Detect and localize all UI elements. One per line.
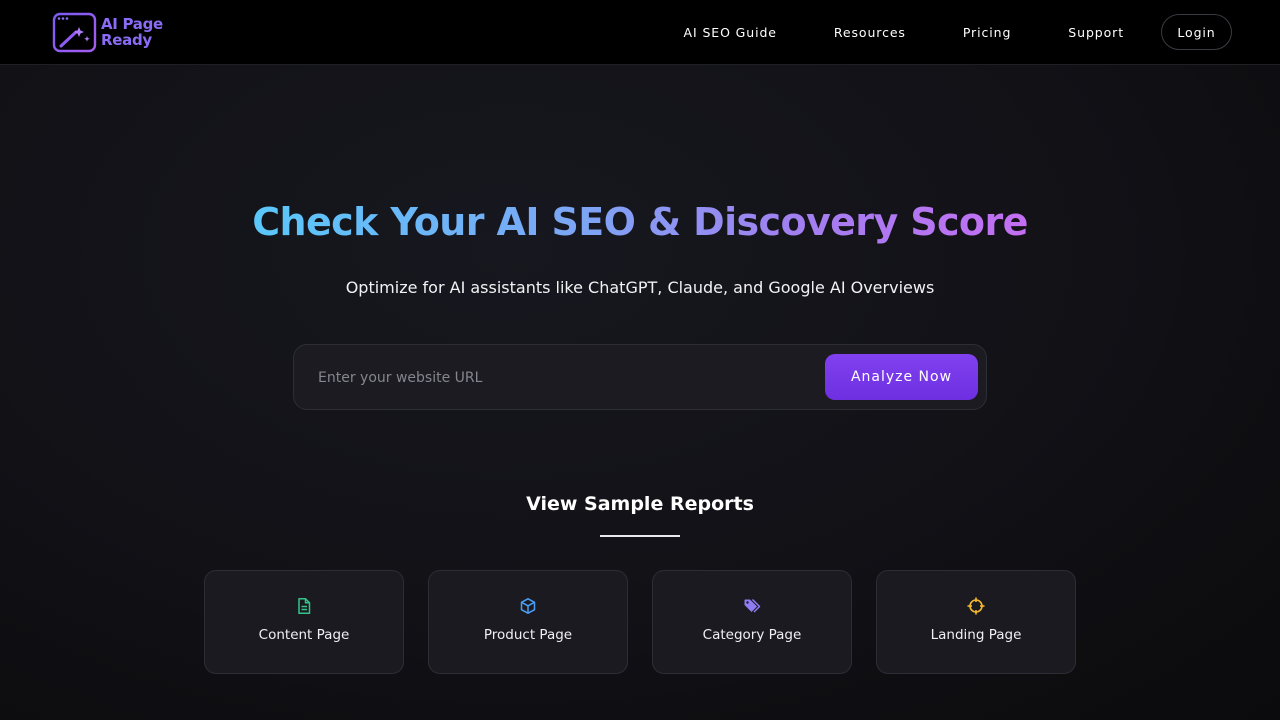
brand-name: AI Page Ready <box>101 16 163 48</box>
website-url-input[interactable] <box>318 365 798 391</box>
sample-card-product-page[interactable]: Product Page <box>428 570 628 674</box>
nav-link-pricing[interactable]: Pricing <box>963 25 1011 40</box>
sample-report-cards: Content Page Product Page Category Page <box>204 570 1076 674</box>
hero-title-text: Check Your AI SEO & Discovery Score <box>252 200 1028 244</box>
brand-line-1: AI Page <box>101 15 163 33</box>
card-label: Product Page <box>483 627 573 643</box>
magic-wand-window-icon <box>52 12 97 52</box>
section-underline <box>600 535 680 537</box>
document-icon <box>295 597 313 615</box>
login-button[interactable]: Login <box>1161 14 1232 50</box>
hero-subtitle: Optimize for AI assistants like ChatGPT,… <box>345 278 935 297</box>
nav-link-resources[interactable]: Resources <box>834 25 906 40</box>
url-search-form: Analyze Now <box>293 344 987 410</box>
tags-icon <box>743 597 761 615</box>
card-label: Category Page <box>702 627 802 643</box>
analyze-now-button[interactable]: Analyze Now <box>825 354 978 400</box>
sample-card-content-page[interactable]: Content Page <box>204 570 404 674</box>
nav-link-ai-seo-guide[interactable]: AI SEO Guide <box>684 25 777 40</box>
sample-card-landing-page[interactable]: Landing Page <box>876 570 1076 674</box>
brand-line-2: Ready <box>101 31 152 49</box>
nav-link-support[interactable]: Support <box>1068 25 1124 40</box>
crosshair-icon <box>967 597 985 615</box>
sample-reports-title: View Sample Reports <box>526 493 754 515</box>
brand-logo[interactable]: AI Page Ready <box>52 11 163 53</box>
hero-title: Check Your AI SEO & Discovery Score <box>0 196 1280 248</box>
nav-links: AI SEO Guide Resources Pricing Support L… <box>684 14 1232 50</box>
card-label: Landing Page <box>930 627 1022 643</box>
top-navbar: AI Page Ready AI SEO Guide Resources Pri… <box>0 0 1280 65</box>
cube-icon <box>519 597 537 615</box>
sample-card-category-page[interactable]: Category Page <box>652 570 852 674</box>
card-label: Content Page <box>258 627 350 643</box>
